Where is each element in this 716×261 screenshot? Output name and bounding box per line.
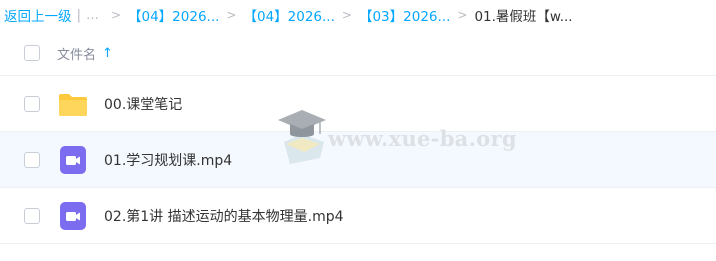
file-list-header: 文件名 ↑ [0,30,716,76]
video-file-icon [60,146,86,174]
chevron-right-icon: > [457,8,468,22]
folder-icon [59,94,87,116]
breadcrumb-item[interactable]: 【04】2026... [128,5,219,25]
breadcrumb-divider: | [76,7,82,23]
watermark: www.xue-ba.org [276,104,517,176]
graduation-cap-icon [278,110,326,164]
breadcrumb-ellipsis[interactable]: ... [86,7,99,23]
video-file-icon [60,202,86,230]
name-column-header[interactable]: 文件名 ↑ [57,44,113,63]
breadcrumb-item[interactable]: 【03】2026... [359,5,450,25]
file-name[interactable]: 02.第1讲 描述运动的基本物理量.mp4 [104,206,344,226]
breadcrumb-item[interactable]: 【04】2026... [243,5,334,25]
breadcrumb: 返回上一级 | ... > 【04】2026... > 【04】2026... … [0,0,716,30]
watermark-text: www.xue-ba.org [328,126,517,151]
back-link[interactable]: 返回上一级 [4,5,72,25]
name-column-label: 文件名 [57,48,97,63]
row-checkbox[interactable] [24,96,40,112]
row-checkbox[interactable] [24,208,40,224]
chevron-right-icon: > [110,8,121,22]
arrow-up-icon: ↑ [102,46,113,61]
file-name[interactable]: 01.学习规划课.mp4 [104,150,232,170]
chevron-right-icon: > [226,8,237,22]
breadcrumb-current: 01.暑假班【w... [474,9,573,25]
chevron-right-icon: > [341,8,352,22]
file-row[interactable]: 02.第1讲 描述运动的基本物理量.mp4 [0,188,716,244]
select-all-checkbox[interactable] [24,45,40,61]
row-checkbox[interactable] [24,152,40,168]
file-name[interactable]: 00.课堂笔记 [104,94,182,114]
